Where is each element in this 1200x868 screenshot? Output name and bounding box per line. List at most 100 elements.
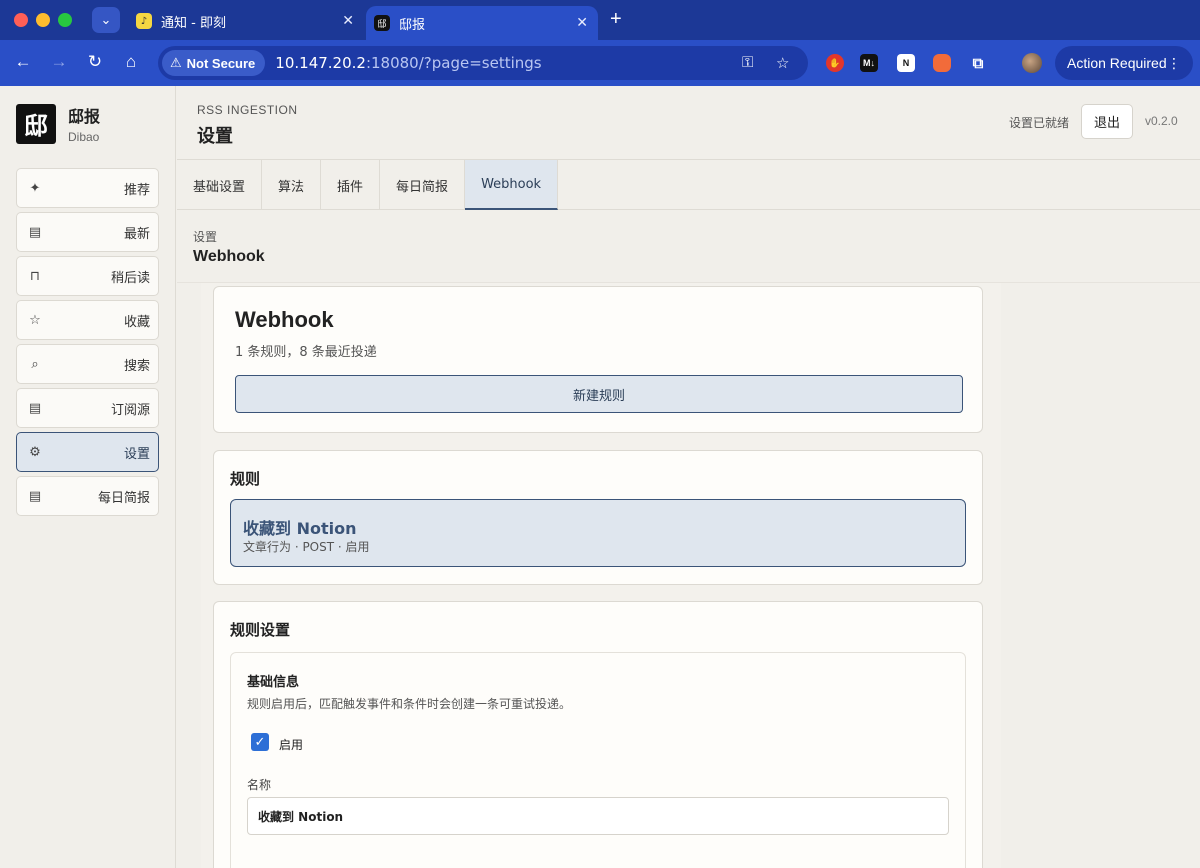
section-header: 设置 Webhook	[177, 210, 1200, 283]
rule-list-item[interactable]: 收藏到 Notion 文章行为 · POST · 启用	[230, 499, 966, 567]
security-label: Not Secure	[186, 55, 256, 71]
sidebar-item-daily-brief[interactable]: ▤ 每日简报	[16, 476, 159, 516]
bookmark-icon: ⊓	[29, 268, 41, 283]
brand-subtitle: Dibao	[68, 130, 100, 144]
close-window-button[interactable]	[14, 13, 28, 27]
maximize-window-button[interactable]	[58, 13, 72, 27]
more-vert-icon: ⋮	[1167, 54, 1181, 71]
sidebar-item-label: 搜索	[123, 358, 150, 374]
sidebar-item-label: 最新	[123, 226, 150, 242]
close-icon[interactable]: ✕	[342, 13, 354, 29]
rule-name: 收藏到 Notion	[243, 519, 357, 538]
sidebar-item-latest[interactable]: ▤ 最新	[16, 212, 159, 252]
sidebar-item-label: 每日简报	[97, 490, 150, 506]
document-icon: ▤	[28, 488, 42, 503]
minimize-window-button[interactable]	[36, 13, 50, 27]
basic-info-description: 规则启用后，匹配触发事件和条件时会创建一条可重试投递。	[247, 697, 572, 711]
tab-search-button[interactable]: ⌄	[92, 7, 120, 33]
rule-settings-title: 规则设置	[230, 621, 291, 639]
browser-tab-title: 通知 - 即刻	[161, 15, 226, 31]
new-tab-plus-icon[interactable]: +	[610, 8, 622, 31]
new-rule-button[interactable]: 新建规则	[235, 375, 963, 413]
brand-logo: 邸	[16, 103, 56, 144]
url-host: 10.147.20.2	[275, 54, 366, 72]
tab-algorithm[interactable]: 算法	[262, 160, 322, 210]
section-title: Webhook	[193, 248, 265, 265]
adblock-extension-icon[interactable]: ✋	[826, 54, 844, 72]
rule-settings-card: 规则设置 基础信息 规则启用后，匹配触发事件和条件时会创建一条可重试投递。 ✓ …	[213, 601, 983, 868]
action-required-label: Action Required	[1067, 55, 1167, 71]
page-header: RSS INGESTION 设置 设置已就绪 退出 v0.2.0	[177, 86, 1200, 160]
basic-info-title: 基础信息	[247, 675, 300, 690]
browser-tab-title: 邸报	[399, 17, 426, 33]
password-key-icon[interactable]: ⚿	[742, 54, 753, 71]
sidebar-item-label: 设置	[123, 446, 150, 462]
profile-avatar[interactable]	[1022, 53, 1042, 73]
security-indicator[interactable]: ⚠ Not Secure	[162, 50, 266, 76]
sidebar-item-feeds[interactable]: ▤ 订阅源	[16, 388, 159, 428]
rule-meta: 文章行为 · POST · 启用	[243, 540, 370, 554]
logout-button[interactable]: 退出	[1081, 104, 1133, 139]
tab-webhook[interactable]: Webhook	[465, 160, 559, 210]
sidebar-item-settings[interactable]: ⚙ 设置	[16, 432, 159, 472]
star-icon: ☆	[29, 312, 41, 327]
document-icon: ▤	[28, 400, 42, 415]
header-eyebrow: RSS INGESTION	[197, 103, 298, 117]
home-icon[interactable]: ⌂	[119, 52, 143, 72]
url-text[interactable]: 10.147.20.2:18080/?page=settings	[275, 54, 541, 72]
name-input[interactable]: 收藏到 Notion	[247, 797, 949, 835]
warning-triangle-icon: ⚠	[170, 55, 182, 70]
sidebar-item-label: 订阅源	[110, 402, 150, 418]
tab-daily-brief[interactable]: 每日简报	[380, 160, 466, 210]
sidebar-item-search[interactable]: ⌕ 搜索	[16, 344, 159, 384]
tab-plugins[interactable]: 插件	[321, 160, 381, 210]
browser-titlebar: ⌄ ♪ 通知 - 即刻 ✕ 邸 邸报 ✕ +	[0, 0, 1200, 40]
jike-favicon-icon: ♪	[136, 13, 152, 29]
reload-icon[interactable]: ↻	[83, 52, 107, 72]
address-bar[interactable]: ⚠ Not Secure 10.147.20.2:18080/?page=set…	[158, 46, 808, 80]
tab-basic-settings[interactable]: 基础设置	[177, 160, 263, 210]
action-required-button[interactable]: Action Required ⋮	[1055, 46, 1193, 80]
enabled-checkbox[interactable]: ✓	[251, 733, 269, 751]
browser-tab-jike[interactable]: ♪ 通知 - 即刻 ✕	[128, 6, 364, 36]
rules-card-title: 规则	[230, 470, 261, 488]
document-icon: ▤	[28, 224, 42, 239]
close-icon[interactable]: ✕	[576, 15, 588, 31]
brand-name: 邸报	[68, 107, 101, 126]
webhook-card-title: Webhook	[235, 307, 334, 332]
sidebar-item-label: 收藏	[123, 314, 150, 330]
sidebar: 邸 邸报 Dibao ✦ 推荐 ▤ 最新 ⊓ 稍后读 ☆ 收藏 ⌕ 搜索 ▤ 订…	[0, 86, 176, 868]
browser-toolbar: ← → ↻ ⌂ ⚠ Not Secure 10.147.20.2:18080/?…	[0, 40, 1200, 86]
markdown-extension-icon[interactable]: M↓	[860, 54, 878, 72]
forward-arrow-icon[interactable]: →	[47, 52, 71, 72]
browser-tab-dibao[interactable]: 邸 邸报 ✕	[366, 6, 598, 40]
section-eyebrow: 设置	[193, 230, 218, 244]
sidebar-item-label: 稍后读	[110, 270, 150, 286]
name-field-label: 名称	[247, 778, 272, 792]
notion-extension-icon[interactable]: N	[897, 54, 915, 72]
bookmark-star-icon[interactable]: ☆	[776, 54, 789, 72]
sidebar-item-label: 推荐	[123, 182, 150, 198]
dibao-favicon-icon: 邸	[374, 15, 390, 31]
back-arrow-icon[interactable]: ←	[11, 52, 35, 72]
main-content: RSS INGESTION 设置 设置已就绪 退出 v0.2.0 基础设置 算法…	[177, 86, 1200, 868]
sidebar-item-recommend[interactable]: ✦ 推荐	[16, 168, 159, 208]
extension-orange-icon[interactable]	[933, 54, 951, 72]
app-page: 邸 邸报 Dibao ✦ 推荐 ▤ 最新 ⊓ 稍后读 ☆ 收藏 ⌕ 搜索 ▤ 订…	[0, 86, 1200, 868]
brand[interactable]: 邸 邸报 Dibao	[16, 103, 100, 144]
enabled-label: 启用	[279, 738, 304, 752]
page-title: 设置	[197, 126, 233, 147]
webhook-summary-card: Webhook 1 条规则，8 条最近投递 新建规则	[213, 286, 983, 433]
gear-icon: ⚙	[29, 444, 41, 459]
sidebar-item-favorites[interactable]: ☆ 收藏	[16, 300, 159, 340]
settings-tabs: 基础设置 算法 插件 每日简报 Webhook	[177, 160, 1200, 210]
checkmark-icon: ✓	[254, 734, 266, 749]
search-icon: ⌕	[31, 356, 39, 371]
sparkle-icon: ✦	[29, 180, 41, 195]
url-path: :18080/?page=settings	[365, 54, 542, 72]
settings-status: 设置已就绪	[1009, 116, 1070, 130]
rules-card: 规则 收藏到 Notion 文章行为 · POST · 启用	[213, 450, 983, 585]
basic-info-panel: 基础信息 规则启用后，匹配触发事件和条件时会创建一条可重试投递。 ✓ 启用 名称…	[230, 652, 966, 868]
puzzle-extensions-icon[interactable]: ⧉	[969, 54, 987, 72]
sidebar-item-read-later[interactable]: ⊓ 稍后读	[16, 256, 159, 296]
